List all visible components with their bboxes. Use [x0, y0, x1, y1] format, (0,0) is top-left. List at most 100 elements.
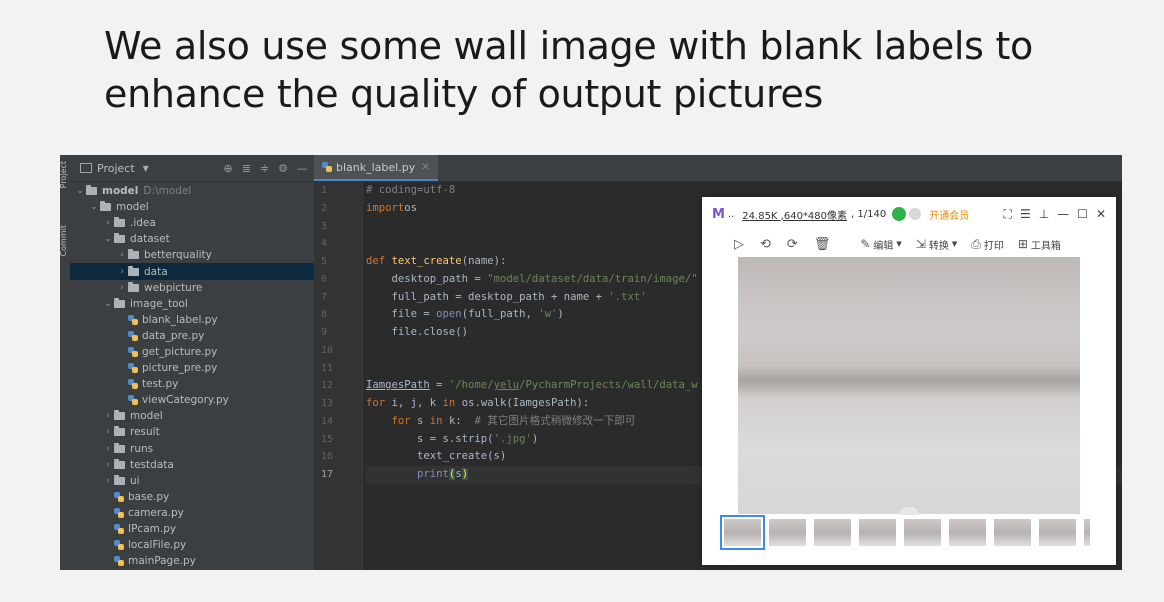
tree-item-label: runs: [130, 442, 154, 455]
main-photo-wall[interactable]: [738, 257, 1080, 514]
project-panel-header: Project ▼ ⊕ ≣ ≑ ⚙ —: [70, 155, 314, 182]
code-token: os.walk(IamgesPath):: [461, 397, 590, 409]
chevron-right-icon[interactable]: ›: [102, 476, 114, 486]
minimize-icon[interactable]: —: [1057, 207, 1069, 222]
tree-item-ui[interactable]: › ui: [70, 473, 314, 489]
convert-button[interactable]: ⇲ 转换 ▼: [916, 237, 957, 252]
editor-tab-blank-label[interactable]: blank_label.py ✕: [314, 155, 438, 181]
thumbnail[interactable]: [720, 515, 765, 550]
tree-item-mainpage-py[interactable]: mainPage.py: [70, 553, 314, 569]
tree-item-betterquality[interactable]: › betterquality: [70, 247, 314, 263]
tree-item-model[interactable]: ⌄ model: [70, 199, 314, 215]
print-button[interactable]: ⎙ 打印: [971, 237, 1004, 252]
thumbnail[interactable]: [1039, 519, 1076, 546]
tree-item-dataset[interactable]: ⌄ dataset: [70, 231, 314, 247]
tree-item-data-pre-py[interactable]: data_pre.py: [70, 328, 314, 344]
rotate-right-icon[interactable]: ⟳: [787, 237, 798, 252]
expand-all-icon[interactable]: ≣: [242, 162, 251, 175]
thumbnail[interactable]: [994, 519, 1031, 546]
hide-icon[interactable]: —: [297, 162, 308, 175]
editor-tab-bar: blank_label.py ✕: [314, 155, 1122, 182]
tree-item-model[interactable]: › model: [70, 408, 314, 424]
thumbnail[interactable]: [769, 519, 806, 546]
locate-icon[interactable]: ⊕: [223, 162, 232, 175]
chevron-right-icon[interactable]: ›: [116, 267, 128, 277]
chevron-down-icon[interactable]: ⌄: [102, 299, 114, 309]
close-icon[interactable]: ✕: [421, 162, 429, 173]
tree-item-ipcam-py[interactable]: IPcam.py: [70, 521, 314, 537]
folder-icon: [128, 249, 139, 260]
tree-item-get-picture-py[interactable]: get_picture.py: [70, 344, 314, 360]
tree-item-label: get_picture.py: [142, 345, 218, 358]
slide-title-line-1: We also use some wall image with blank l…: [104, 24, 1033, 68]
play-icon[interactable]: ▷: [734, 237, 744, 252]
tree-item--idea[interactable]: › .idea: [70, 215, 314, 231]
tree-item-model[interactable]: ⌄ model D:\model: [70, 183, 314, 199]
chevron-down-icon[interactable]: ⌄: [88, 202, 100, 212]
project-panel-title[interactable]: Project: [97, 162, 135, 175]
tree-item-image-tool[interactable]: ⌄ image_tool: [70, 296, 314, 312]
maximize-icon[interactable]: ☐: [1077, 207, 1088, 222]
code-token: s: [417, 414, 430, 427]
menu-icon[interactable]: ☰: [1020, 207, 1031, 222]
edit-button[interactable]: ✎ 编辑 ▼: [860, 237, 901, 252]
thumbnail[interactable]: [859, 519, 896, 546]
shield-icon[interactable]: [909, 208, 922, 220]
tree-item-base-py[interactable]: base.py: [70, 489, 314, 505]
line-number: 3: [321, 220, 328, 232]
gear-icon[interactable]: ⚙: [278, 162, 288, 175]
chevron-down-icon: ▼: [951, 240, 958, 248]
tree-item-runs[interactable]: › runs: [70, 441, 314, 457]
chevron-down-icon: ▼: [896, 240, 902, 248]
tree-item-label: result: [130, 426, 160, 439]
chevron-down-icon[interactable]: ⌄: [102, 234, 114, 244]
toolbox-button[interactable]: ⊞ 工具箱: [1018, 237, 1061, 252]
chevron-right-icon[interactable]: ›: [102, 427, 114, 437]
line-number: 13: [321, 398, 334, 409]
chevron-down-icon[interactable]: ⌄: [74, 186, 86, 196]
thumbnail[interactable]: [1084, 519, 1090, 546]
commit-side-tab[interactable]: Commit: [60, 225, 68, 256]
delete-icon[interactable]: 🗑: [814, 237, 831, 252]
wechat-icon[interactable]: [892, 207, 907, 221]
tree-item-data[interactable]: › data: [70, 263, 314, 280]
tree-item-webpicture[interactable]: › webpicture: [70, 280, 314, 296]
thumbnail-toggle-icon[interactable]: [899, 507, 919, 515]
image-meta-info[interactable]: 24.85K ,640*480像素: [742, 207, 847, 222]
tree-item-test-py[interactable]: test.py: [70, 376, 314, 392]
vip-link[interactable]: 开通会员: [929, 207, 969, 222]
chevron-right-icon[interactable]: ›: [102, 460, 114, 470]
collapse-all-icon[interactable]: ≑: [260, 162, 269, 175]
tree-item-testdata[interactable]: › testdata: [70, 457, 314, 473]
close-icon[interactable]: ✕: [1096, 207, 1106, 222]
project-side-tab[interactable]: Project: [60, 161, 68, 188]
folder-icon: [128, 281, 139, 292]
grid-icon: ⊞: [1017, 237, 1028, 251]
tree-item-result[interactable]: › result: [70, 424, 314, 440]
thumbnail[interactable]: [814, 519, 851, 546]
chevron-right-icon[interactable]: ›: [102, 218, 114, 228]
viewer-logo-icon: M: [712, 206, 725, 222]
fullscreen-icon[interactable]: ⛶: [1004, 207, 1012, 222]
tree-item-localfile-py[interactable]: localFile.py: [70, 537, 314, 553]
project-panel: Project ▼ ⊕ ≣ ≑ ⚙ — ⌄ model D:\model ⌄ model…: [70, 155, 314, 570]
tree-item-viewcategory-py[interactable]: viewCategory.py: [70, 392, 314, 408]
thumbnail[interactable]: [904, 519, 941, 546]
chevron-down-icon[interactable]: ▼: [143, 164, 149, 173]
rotate-left-icon[interactable]: ⟲: [760, 237, 771, 252]
python-file-icon: [128, 346, 138, 357]
tree-item-camera-py[interactable]: camera.py: [70, 505, 314, 521]
tree-item-label: viewCategory.py: [142, 394, 229, 407]
thumbnail[interactable]: [949, 519, 986, 546]
python-file-icon: [114, 540, 124, 551]
tree-item-blank-label-py[interactable]: blank_label.py: [70, 312, 314, 328]
chevron-right-icon[interactable]: ›: [116, 250, 128, 260]
pin-icon[interactable]: ⊥: [1039, 207, 1049, 222]
tree-item-picture-pre-py[interactable]: picture_pre.py: [70, 360, 314, 376]
chevron-right-icon[interactable]: ›: [102, 411, 114, 421]
line-number: 9: [321, 327, 328, 338]
convert-label: 转换: [928, 240, 949, 252]
image-index: , 1/140: [851, 208, 887, 220]
chevron-right-icon[interactable]: ›: [116, 283, 128, 293]
chevron-right-icon[interactable]: ›: [102, 444, 114, 454]
